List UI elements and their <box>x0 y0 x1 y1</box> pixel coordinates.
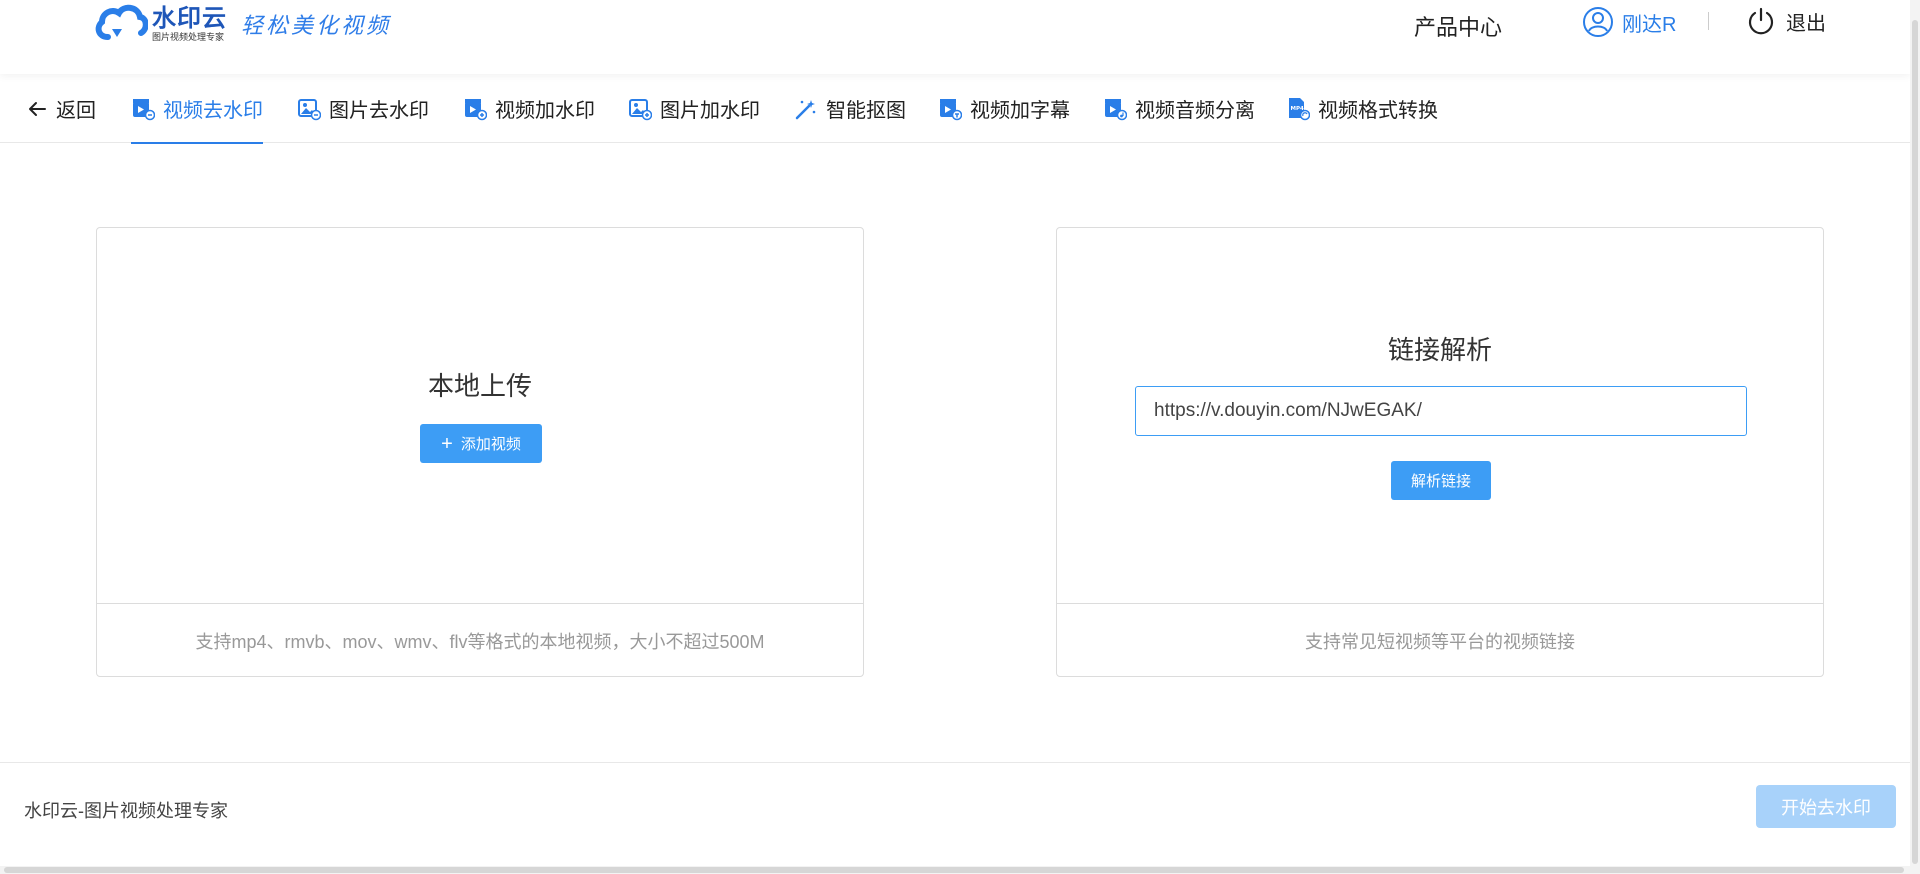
video-link-input[interactable] <box>1135 386 1747 436</box>
tab-video-format-convert[interactable]: MP4 视频格式转换 <box>1286 74 1438 143</box>
back-label: 返回 <box>56 100 96 122</box>
link-parse-card: 链接解析 解析链接 支持常见短视频等平台的视频链接 <box>1056 227 1824 677</box>
user-menu[interactable]: 刚达R <box>1582 6 1676 38</box>
link-parse-body: 链接解析 解析链接 <box>1057 228 1823 604</box>
tab-label: 视频加字幕 <box>970 100 1070 122</box>
local-upload-card: 本地上传 + 添加视频 支持mp4、rmvb、mov、wmv、flv等格式的本地… <box>96 227 864 677</box>
logo-slogan: 轻松美化视频 <box>241 14 392 39</box>
tab-image-remove-watermark[interactable]: 图片去水印 <box>297 74 429 143</box>
top-header: 水印云 图片视频处理专家 轻松美化视频 产品中心 刚达R 退出 <box>0 0 1910 74</box>
header-divider <box>1708 12 1709 30</box>
tab-video-audio-separation[interactable]: 视频音频分离 <box>1103 74 1255 143</box>
tab-video-add-watermark[interactable]: 视频加水印 <box>463 74 595 143</box>
tab-label: 图片去水印 <box>329 100 429 122</box>
username: 刚达R <box>1622 13 1677 36</box>
logo-subtitle: 图片视频处理专家 <box>152 31 225 42</box>
tab-label: 视频音频分离 <box>1135 100 1255 122</box>
plus-icon: + <box>441 432 453 455</box>
footer-brand-text: 水印云-图片视频处理专家 <box>24 801 228 821</box>
local-upload-title: 本地上传 <box>427 371 532 401</box>
logout-button[interactable]: 退出 <box>1746 6 1826 36</box>
link-parse-title: 链接解析 <box>1387 335 1492 365</box>
local-upload-hint: 支持mp4、rmvb、mov、wmv、flv等格式的本地视频，大小不超过500M <box>195 631 765 652</box>
power-icon <box>1748 7 1774 35</box>
tab-label: 视频去水印 <box>163 100 263 122</box>
parse-link-button[interactable]: 解析链接 <box>1391 461 1491 500</box>
tab-video-subtitles[interactable]: 视频加字幕 <box>938 74 1070 143</box>
video-add-icon <box>465 98 487 120</box>
add-video-button[interactable]: + 添加视频 <box>420 424 542 463</box>
cloud-logo-icon <box>95 4 148 40</box>
link-parse-hint: 支持常见短视频等平台的视频链接 <box>1305 631 1575 652</box>
tab-video-remove-watermark[interactable]: 视频去水印 <box>131 74 263 144</box>
tab-label: 图片加水印 <box>660 100 760 122</box>
logo-name: 水印云 <box>152 4 227 32</box>
add-video-label: 添加视频 <box>460 436 521 453</box>
page: 水印云 图片视频处理专家 轻松美化视频 产品中心 刚达R 退出 返回 视频去水印… <box>0 0 1920 874</box>
vertical-scrollbar-thumb[interactable] <box>1912 20 1918 864</box>
local-upload-dropzone[interactable]: 本地上传 + 添加视频 <box>97 228 863 604</box>
product-center-link[interactable]: 产品中心 <box>1414 10 1502 42</box>
tool-tab-bar: 返回 视频去水印 图片去水印 视频加水印 图片加水印 智能抠图 视频加字幕 视频… <box>0 74 1910 144</box>
logo[interactable]: 水印云 图片视频处理专家 轻松美化视频 <box>94 2 391 46</box>
magic-wand-icon <box>795 99 816 119</box>
tab-label: 智能抠图 <box>826 100 906 122</box>
vertical-scrollbar[interactable] <box>1910 0 1920 874</box>
tab-image-add-watermark[interactable]: 图片加水印 <box>628 74 760 143</box>
bottom-bar: 水印云-图片视频处理专家 开始去水印 <box>0 762 1910 866</box>
arrow-left-icon <box>29 101 46 116</box>
back-button[interactable]: 返回 <box>26 74 96 143</box>
video-edit-icon <box>133 98 155 120</box>
logout-label: 退出 <box>1786 12 1826 35</box>
mp4-file-icon: MP4 <box>1289 97 1310 120</box>
user-avatar-icon <box>1583 7 1613 37</box>
horizontal-scrollbar[interactable] <box>0 866 1910 874</box>
video-subtitle-icon <box>940 98 962 120</box>
tab-label: 视频格式转换 <box>1318 100 1438 122</box>
horizontal-scrollbar-thumb[interactable] <box>4 867 1904 873</box>
video-audio-icon <box>1105 98 1127 120</box>
image-remove-icon <box>298 98 321 120</box>
start-remove-watermark-button[interactable]: 开始去水印 <box>1756 785 1896 828</box>
image-add-icon <box>629 98 652 120</box>
tab-smart-cutout[interactable]: 智能抠图 <box>794 74 906 143</box>
tab-label: 视频加水印 <box>495 100 595 122</box>
